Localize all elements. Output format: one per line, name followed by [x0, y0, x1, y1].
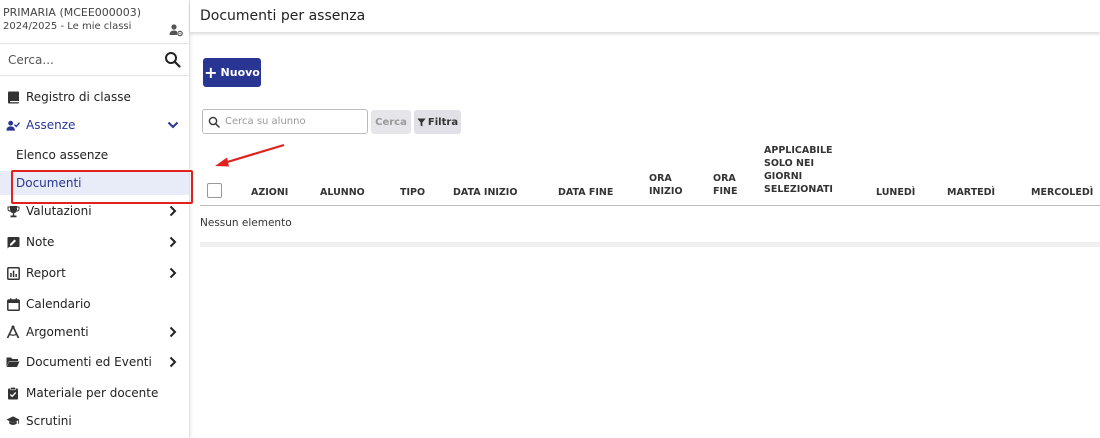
sidebar-item-materiale[interactable]: Materiale per docente	[0, 380, 189, 406]
column-header-lunedi[interactable]: LUNEDÌ	[876, 186, 915, 199]
filter-icon	[417, 118, 426, 126]
column-header-alunno[interactable]: ALUNNO	[320, 186, 365, 199]
column-header-azioni[interactable]: AZIONI	[251, 186, 288, 199]
sidebar-item-label: Registro di classe	[26, 90, 131, 104]
sidebar-item-label: Valutazioni	[26, 204, 92, 218]
column-header-data-fine[interactable]: DATA FINE	[558, 186, 613, 199]
column-header-ora-inizio[interactable]: ORA INIZIO	[649, 172, 685, 198]
graduation-cap-icon	[6, 414, 20, 428]
column-header-martedi[interactable]: MARTEDÌ	[947, 186, 995, 199]
column-header-tipo[interactable]: TIPO	[400, 186, 425, 199]
sidebar-item-label: Calendario	[26, 297, 91, 311]
chevron-right-icon[interactable]	[167, 356, 179, 368]
sidebar-item-label: Scrutini	[26, 414, 72, 428]
sidebar-item-scrutini[interactable]: Scrutini	[0, 408, 189, 434]
book-icon	[6, 90, 20, 104]
page-header: Documenti per assenza	[190, 0, 1100, 32]
calendar-icon	[6, 297, 20, 311]
sidebar-item-argomenti[interactable]: Argomenti	[0, 319, 189, 345]
table-header: AZIONI ALUNNO TIPO DATA INIZIO DATA FINE…	[200, 140, 1100, 206]
search-icon[interactable]	[164, 51, 181, 68]
chevron-down-icon[interactable]	[167, 119, 179, 131]
filter-button[interactable]: Filtra	[414, 110, 461, 134]
sidebar-item-registro[interactable]: Registro di classe	[0, 84, 189, 110]
chevron-right-icon[interactable]	[167, 205, 179, 217]
sidebar-item-calendario[interactable]: Calendario	[0, 291, 189, 317]
sidebar-search	[0, 43, 189, 76]
sidebar-item-label: Argomenti	[26, 325, 89, 339]
sidebar-item-label: Note	[26, 235, 55, 249]
school-year: 2024/2025 - Le mie classi	[3, 21, 132, 32]
compass-icon	[6, 325, 20, 339]
sidebar-item-label: Assenze	[26, 118, 76, 132]
sidebar-item-label: Documenti ed Eventi	[26, 355, 152, 369]
school-selector[interactable]: PRIMARIA (MCEE000003) 2024/2025 - Le mie…	[3, 6, 187, 37]
sidebar-item-note[interactable]: Note	[0, 229, 189, 255]
student-search	[202, 109, 368, 134]
column-header-ora-fine[interactable]: ORA FINE	[713, 172, 741, 198]
search-icon	[208, 116, 220, 128]
sidebar-item-label: Materiale per docente	[26, 386, 159, 400]
new-button[interactable]: + Nuovo	[203, 58, 261, 87]
page-title: Documenti per assenza	[200, 8, 366, 24]
clipboard-icon	[6, 386, 20, 400]
select-all-checkbox[interactable]	[207, 183, 222, 198]
sidebar-item-assenze[interactable]: Assenze	[0, 112, 189, 138]
search-button[interactable]: Cerca	[371, 110, 411, 134]
sidebar-subitem-label: Elenco assenze	[16, 148, 109, 162]
sidebar: PRIMARIA (MCEE000003) 2024/2025 - Le mie…	[0, 0, 193, 438]
chart-icon	[6, 266, 20, 280]
sidebar-subitem-elenco-assenze[interactable]: Elenco assenze	[0, 143, 189, 167]
empty-message: Nessun elemento	[200, 217, 292, 229]
school-name: PRIMARIA (MCEE000003)	[3, 6, 142, 19]
chevron-right-icon[interactable]	[167, 326, 179, 338]
table-footer	[200, 242, 1100, 247]
plus-icon: +	[204, 62, 218, 82]
trophy-icon	[6, 204, 20, 218]
sidebar-item-report[interactable]: Report	[0, 260, 189, 286]
new-button-label: Nuovo	[220, 66, 260, 79]
chevron-right-icon[interactable]	[167, 267, 179, 279]
student-search-input[interactable]	[225, 112, 365, 131]
sidebar-search-input[interactable]	[0, 44, 160, 75]
user-settings-icon[interactable]	[169, 23, 183, 37]
user-check-icon	[6, 118, 20, 132]
sidebar-item-label: Report	[26, 266, 66, 280]
chevron-right-icon[interactable]	[167, 236, 179, 248]
folder-icon	[6, 355, 20, 369]
filter-button-label: Filtra	[427, 116, 459, 128]
note-icon	[6, 235, 20, 249]
annotation-arrow	[215, 143, 285, 167]
sidebar-item-valutazioni[interactable]: Valutazioni	[0, 198, 189, 224]
column-header-mercoledi[interactable]: MERCOLEDÌ	[1031, 186, 1093, 199]
sidebar-item-documenti-eventi[interactable]: Documenti ed Eventi	[0, 349, 189, 375]
column-header-data-inizio[interactable]: DATA INIZIO	[453, 186, 517, 199]
column-header-applicabile[interactable]: APPLICABILE SOLO NEI GIORNI SELEZIONATI	[764, 144, 836, 196]
